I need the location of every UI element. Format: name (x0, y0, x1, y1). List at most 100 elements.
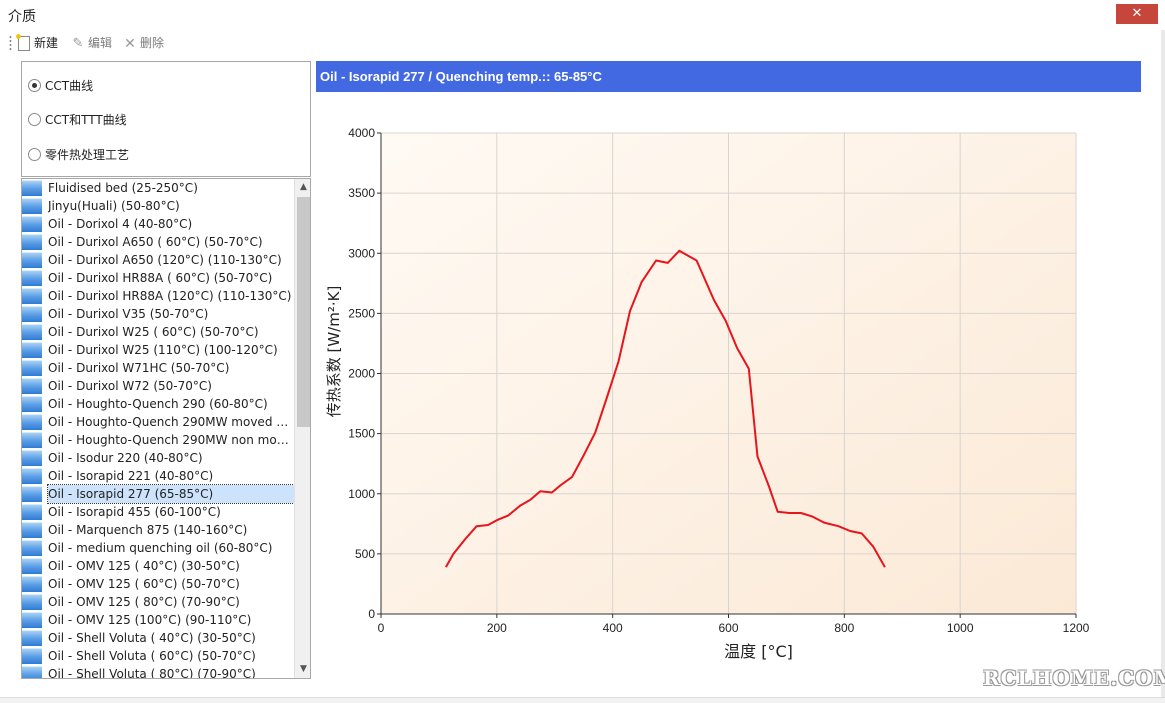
list-item[interactable]: Oil - Isodur 220 (40-80°C) (22, 449, 294, 467)
list-item-label: Oil - Isorapid 221 (40-80°C) (48, 469, 214, 483)
list-item[interactable]: Oil - OMV 125 (100°C) (90-110°C) (22, 611, 294, 629)
radio-button[interactable] (28, 112, 41, 126)
list-item[interactable]: Oil - Shell Voluta ( 60°C) (50-70°C) (22, 647, 294, 665)
list-item[interactable]: Oil - Durixol W25 (110°C) (100-120°C) (22, 341, 294, 359)
list-item-label: Oil - Houghto-Quench 290MW moved (60... (48, 415, 292, 429)
curve-type-radio-group: CCT曲线 CCT和TTT曲线 零件热处理工艺 (21, 61, 311, 177)
list-item-label: Oil - Isodur 220 (40-80°C) (48, 451, 203, 465)
media-swatch-icon (22, 432, 42, 448)
list-item[interactable]: Oil - Durixol HR88A ( 60°C) (50-70°C) (22, 269, 294, 287)
list-item-label: Oil - Durixol A650 ( 60°C) (50-70°C) (48, 235, 263, 249)
media-swatch-icon (22, 414, 42, 430)
list-item-label: Oil - medium quenching oil (60-80°C) (48, 541, 273, 555)
list-item[interactable]: Oil - Durixol V35 (50-70°C) (22, 305, 294, 323)
list-item-label: Oil - Durixol W25 ( 60°C) (50-70°C) (48, 325, 259, 339)
y-tick-label: 500 (355, 547, 375, 561)
radio-option-cct[interactable]: CCT曲线 (28, 76, 93, 94)
list-item[interactable]: Oil - OMV 125 ( 80°C) (70-90°C) (22, 593, 294, 611)
edit-button[interactable]: ✎ 编辑 (70, 34, 112, 52)
list-item[interactable]: Oil - Houghto-Quench 290MW moved (60... (22, 413, 294, 431)
new-document-icon (15, 32, 30, 51)
radio-option-part-heat-treatment[interactable]: 零件热处理工艺 (28, 145, 129, 163)
list-item-label: Oil - Shell Voluta ( 80°C) (70-90°C) (48, 667, 256, 678)
list-item[interactable]: Oil - Durixol W72 (50-70°C) (22, 377, 294, 395)
list-item-label: Oil - Houghto-Quench 290 (60-80°C) (48, 397, 268, 411)
list-item-label: Jinyu(Huali) (50-80°C) (48, 199, 180, 213)
list-item-label: Oil - Isorapid 277 (65-85°C) (47, 484, 294, 504)
list-item[interactable]: Oil - Dorixol 4 (40-80°C) (22, 215, 294, 233)
radio-button[interactable] (28, 78, 41, 92)
radio-label: CCT和TTT曲线 (45, 112, 127, 127)
status-strip (0, 697, 1165, 703)
list-item[interactable]: Oil - Durixol W25 ( 60°C) (50-70°C) (22, 323, 294, 341)
list-item-label: Oil - OMV 125 ( 40°C) (30-50°C) (48, 559, 240, 573)
media-swatch-icon (22, 306, 42, 322)
list-item[interactable]: Oil - Marquench 875 (140-160°C) (22, 521, 294, 539)
x-tick-label: 600 (718, 621, 738, 635)
media-swatch-icon (22, 504, 42, 520)
list-item[interactable]: Oil - Durixol A650 ( 60°C) (50-70°C) (22, 233, 294, 251)
quench-media-list: Fluidised bed (25-250°C) Jinyu(Huali) (50… (21, 178, 311, 679)
list-item-label: Oil - Durixol W71HC (50-70°C) (48, 361, 230, 375)
media-swatch-icon (22, 594, 42, 610)
radio-option-cct-ttt[interactable]: CCT和TTT曲线 (28, 110, 127, 128)
toolbar-grip[interactable] (9, 35, 12, 51)
media-swatch-icon (22, 252, 42, 268)
list-item-label: Fluidised bed (25-250°C) (48, 181, 198, 195)
list-item-label: Oil - OMV 125 ( 80°C) (70-90°C) (48, 595, 240, 609)
y-tick-label: 2500 (348, 306, 375, 320)
list-item[interactable]: Jinyu(Huali) (50-80°C) (22, 197, 294, 215)
list-item-label: Oil - Isorapid 455 (60-100°C) (48, 505, 221, 519)
x-tick-label: 200 (487, 621, 507, 635)
scroll-up-icon[interactable]: ▲ (295, 179, 310, 196)
list-item[interactable]: Oil - Houghto-Quench 290MW non move... (22, 431, 294, 449)
media-swatch-icon (22, 540, 42, 556)
media-swatch-icon (22, 666, 42, 678)
x-tick-label: 800 (834, 621, 854, 635)
scroll-thumb[interactable] (297, 197, 310, 427)
list-item[interactable]: Oil - Durixol A650 (120°C) (110-130°C) (22, 251, 294, 269)
new-button[interactable]: 新建 (15, 32, 58, 52)
list-item[interactable]: Oil - Shell Voluta ( 80°C) (70-90°C) (22, 665, 294, 678)
list-item[interactable]: Oil - Durixol W71HC (50-70°C) (22, 359, 294, 377)
list-scrollbar[interactable]: ▲ ▼ (294, 179, 310, 678)
media-swatch-icon (22, 180, 42, 196)
list-item-label: Oil - Dorixol 4 (40-80°C) (48, 217, 193, 231)
list-item[interactable]: Oil - Houghto-Quench 290 (60-80°C) (22, 395, 294, 413)
media-swatch-icon (22, 324, 42, 340)
media-swatch-icon (22, 270, 42, 286)
media-swatch-icon (22, 396, 42, 412)
list-item[interactable]: Oil - medium quenching oil (60-80°C) (22, 539, 294, 557)
list-item-label: Oil - Shell Voluta ( 40°C) (30-50°C) (48, 631, 256, 645)
media-swatch-icon (22, 630, 42, 646)
y-tick-label: 2000 (348, 367, 375, 381)
x-tick-label: 0 (378, 621, 385, 635)
media-swatch-icon (22, 468, 42, 484)
media-swatch-icon (22, 378, 42, 394)
list-item-label: Oil - OMV 125 (100°C) (90-110°C) (48, 613, 252, 627)
media-swatch-icon (22, 342, 42, 358)
list-item[interactable]: Fluidised bed (25-250°C) (22, 179, 294, 197)
window-title: 介质 (8, 9, 36, 25)
media-swatch-icon (22, 558, 42, 574)
x-tick-label: 1200 (1063, 621, 1090, 635)
list-item-label: Oil - Durixol V35 (50-70°C) (48, 307, 209, 321)
close-button[interactable]: ✕ (1116, 4, 1158, 24)
radio-label: CCT曲线 (45, 78, 94, 93)
list-item[interactable]: Oil - Isorapid 221 (40-80°C) (22, 467, 294, 485)
list-item[interactable]: Oil - Isorapid 455 (60-100°C) (22, 503, 294, 521)
list-item-label: Oil - Houghto-Quench 290MW non move... (48, 433, 292, 447)
list-item[interactable]: Oil - OMV 125 ( 40°C) (30-50°C) (22, 557, 294, 575)
list-item-label: Oil - OMV 125 ( 60°C) (50-70°C) (48, 577, 240, 591)
list-item[interactable]: Oil - Isorapid 277 (65-85°C) (22, 484, 294, 504)
list-item[interactable]: Oil - Durixol HR88A (120°C) (110-130°C) (22, 287, 294, 305)
list-item[interactable]: Oil - OMV 125 ( 60°C) (50-70°C) (22, 575, 294, 593)
radio-button[interactable] (28, 147, 41, 161)
media-swatch-icon (22, 648, 42, 664)
delete-button[interactable]: ✕ 删除 (122, 34, 164, 52)
scroll-down-icon[interactable]: ▼ (295, 661, 310, 678)
list-item[interactable]: Oil - Shell Voluta ( 40°C) (30-50°C) (22, 629, 294, 647)
media-swatch-icon (22, 612, 42, 628)
heat-transfer-chart: 0 200 400 600 800 1000 1200 0 500 1000 1500 2000 250… (325, 126, 1090, 661)
x-tick-label: 1000 (947, 621, 974, 635)
